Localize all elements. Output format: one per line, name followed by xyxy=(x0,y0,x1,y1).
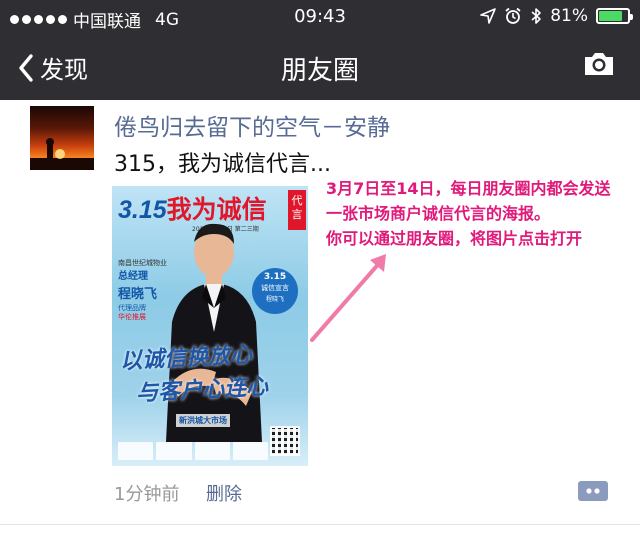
status-right: 81% xyxy=(480,6,633,26)
annotation-arrow-icon xyxy=(310,254,386,342)
annotation-line3: 你可以通过朋友圈，将图片点击打开 xyxy=(326,229,583,248)
battery-percent: 81% xyxy=(550,6,588,26)
battery-icon xyxy=(596,8,633,24)
delete-button[interactable]: 删除 xyxy=(206,480,242,506)
poster-qr-code-pattern xyxy=(270,426,300,456)
poster-info-role: 总经理 xyxy=(118,271,148,282)
poster-sponsor-logos xyxy=(118,442,268,460)
poster-badge-number: 3.15 xyxy=(263,272,287,282)
post-image[interactable]: 3.15我为诚信 代言 2017年3月8日 第二三期 南昌世纪城物业 总经理 程… xyxy=(112,186,308,466)
poster-badge-text: 诚信宣言 xyxy=(261,284,289,292)
navigation-bar: 发现 朋友圈 xyxy=(0,34,640,100)
post-time: 1分钟前 xyxy=(114,484,180,505)
annotation-line1: 3月7日至14日，每日朋友圈内都会发送 xyxy=(326,179,611,198)
comment-button[interactable] xyxy=(578,481,608,501)
bluetooth-icon xyxy=(531,8,542,24)
poster-badge-name: 程晓飞 xyxy=(265,296,284,303)
battery-fill xyxy=(599,11,622,21)
alarm-clock-icon xyxy=(505,7,521,24)
top-bar: 中国联通 4G 09:43 81% 发现 朋友圈 xyxy=(0,0,640,100)
post-divider xyxy=(0,524,640,525)
poster-badge: 3.15 诚信宣言 程晓飞 xyxy=(252,268,298,314)
camera-icon xyxy=(585,53,613,75)
poster-info-brand: 华伦推展 xyxy=(118,313,146,321)
moments-post: 倦鸟归去留下的空气－安静 315，我为诚信代言... 3.15我为诚信 代言 2… xyxy=(0,100,640,538)
avatar-silhouette-icon xyxy=(30,138,94,170)
username-link[interactable]: 倦鸟归去留下的空气－安静 xyxy=(114,108,390,142)
chevron-left-icon xyxy=(19,53,33,82)
post-text: 315，我为诚信代言... xyxy=(114,152,331,177)
page-title: 朋友圈 xyxy=(280,56,359,86)
annotation-note: 3月7日至14日，每日朋友圈内都会发送 一张市场商户诚信代言的海报。 你可以通过… xyxy=(326,176,636,251)
avatar[interactable] xyxy=(30,106,94,170)
status-bar: 中国联通 4G 09:43 81% xyxy=(0,0,640,34)
poster-info-name: 程晓飞 xyxy=(118,287,158,302)
poster-person-photo xyxy=(166,223,262,442)
location-arrow-icon xyxy=(480,8,497,24)
comment-icon xyxy=(578,481,608,501)
back-label: 发现 xyxy=(40,56,88,84)
poster-market-logo: 新洪城大市场 xyxy=(176,414,230,427)
poster-side-tag: 代言 xyxy=(288,190,306,230)
annotation-line2: 一张市场商户诚信代言的海报。 xyxy=(326,204,551,223)
camera-button[interactable] xyxy=(582,50,616,82)
back-button[interactable]: 发现 xyxy=(18,50,88,85)
